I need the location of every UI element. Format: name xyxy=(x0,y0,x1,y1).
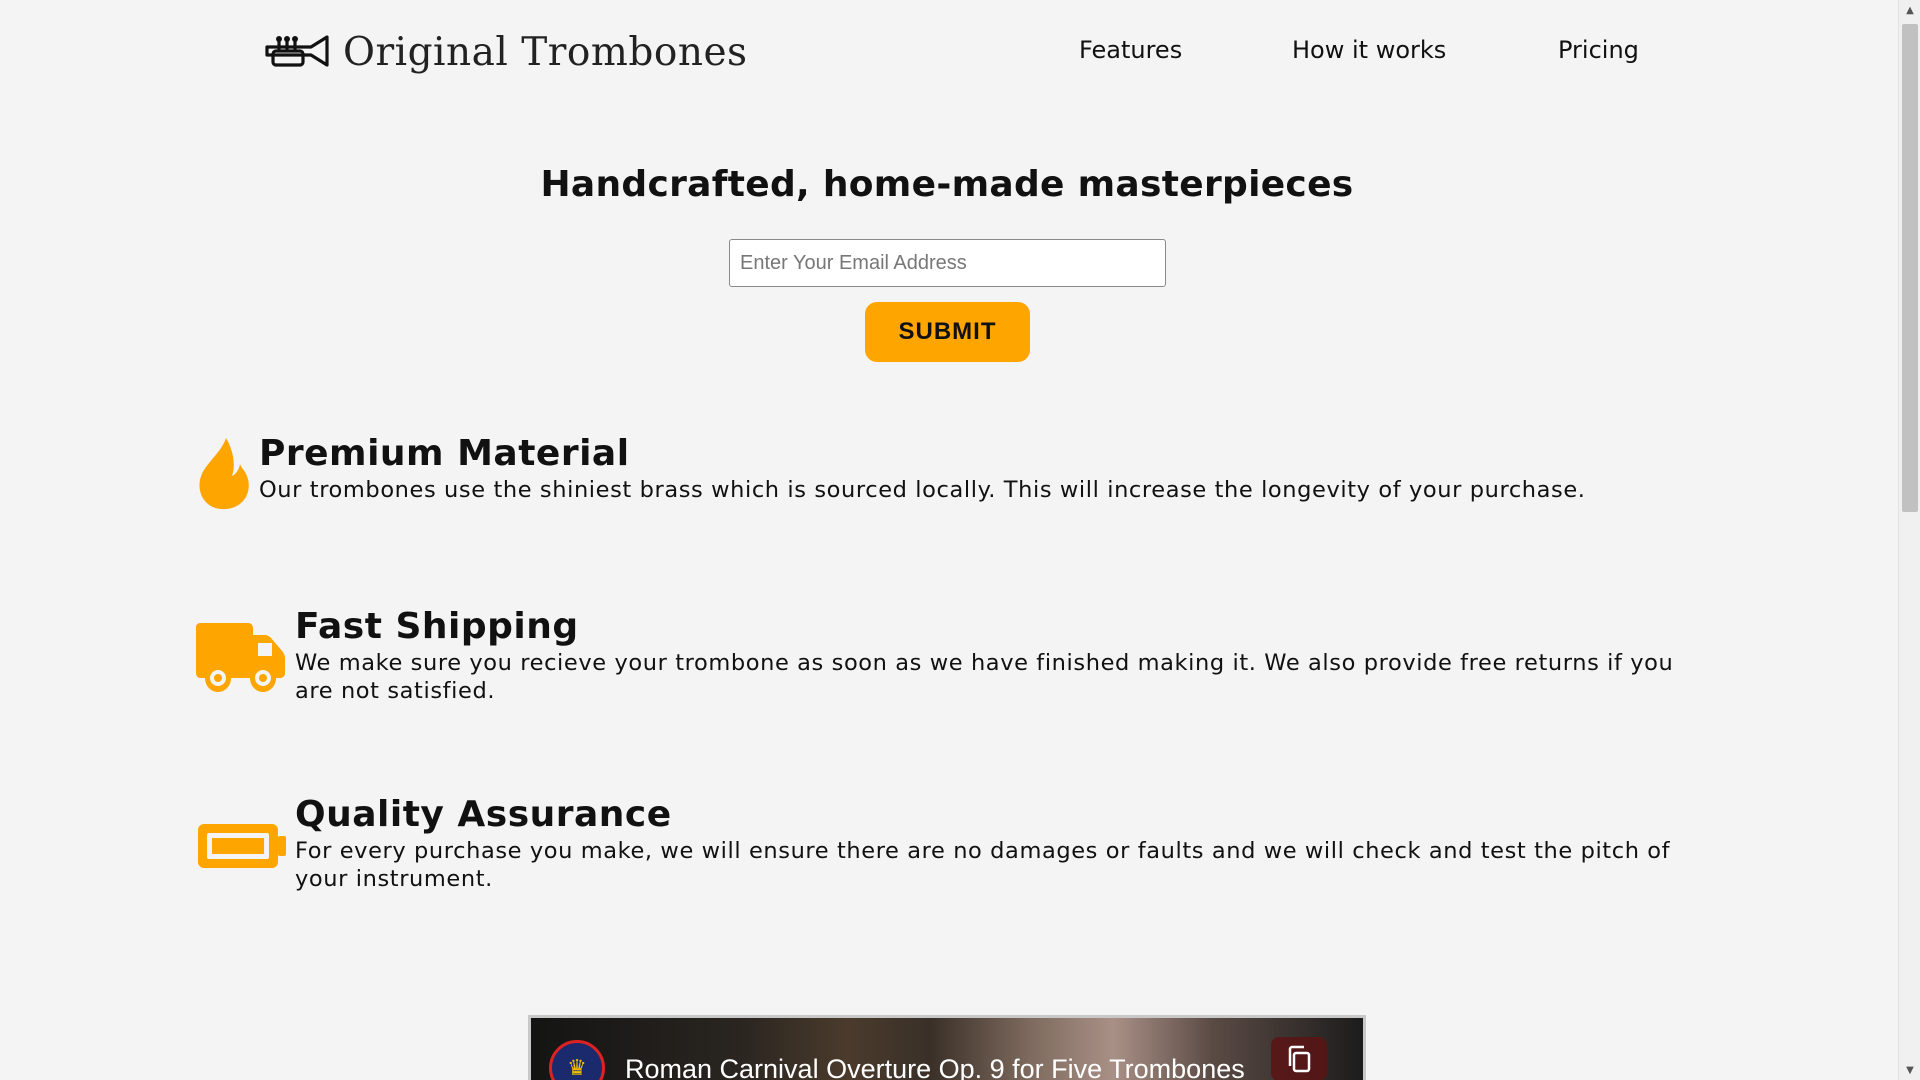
email-input[interactable] xyxy=(729,239,1166,287)
battery-icon xyxy=(198,824,286,868)
video-title[interactable]: Roman Carnival Overture Op. 9 for Five T… xyxy=(625,1054,1245,1080)
scrollbar-thumb[interactable] xyxy=(1902,24,1918,512)
hero-title: Handcrafted, home-made masterpieces xyxy=(540,164,1354,205)
nav-link-features[interactable]: Features xyxy=(1079,33,1182,67)
scrollbar[interactable]: ▲ ▼ xyxy=(1898,0,1920,1080)
logo-text: Original Trombones xyxy=(343,30,748,75)
feature-title: Quality Assurance xyxy=(295,794,672,835)
video-embed[interactable]: ♛ Roman Carnival Overture Op. 9 for Five… xyxy=(528,1015,1366,1080)
feature-text: Premium Material Our trombones use the s… xyxy=(259,432,1659,504)
feature-description: Our trombones use the shiniest brass whi… xyxy=(259,477,1586,503)
feature-description: For every purchase you make, we will ens… xyxy=(295,838,1671,892)
truck-icon xyxy=(196,623,285,692)
feature-title: Fast Shipping xyxy=(295,606,579,647)
fire-icon xyxy=(199,438,249,510)
scroll-up-arrow-icon[interactable]: ▲ xyxy=(1899,0,1920,20)
feature-description: We make sure you recieve your trombone a… xyxy=(295,650,1674,704)
submit-button[interactable]: SUBMIT xyxy=(865,302,1030,362)
feature-title: Premium Material xyxy=(259,433,630,474)
nav-link-pricing[interactable]: Pricing xyxy=(1558,33,1639,67)
copy-link-icon[interactable] xyxy=(1271,1037,1327,1080)
nav-link-how-it-works[interactable]: How it works xyxy=(1292,33,1446,67)
page: Original Trombones Features How it works… xyxy=(0,0,1898,1080)
main-nav: Features How it works Pricing xyxy=(1000,33,1690,69)
logo[interactable]: Original Trombones xyxy=(265,30,748,75)
feature-text: Quality Assurance For every purchase you… xyxy=(295,793,1695,893)
scroll-down-arrow-icon[interactable]: ▼ xyxy=(1899,1060,1920,1080)
trumpet-logo-icon xyxy=(265,34,329,67)
feature-text: Fast Shipping We make sure you recieve y… xyxy=(295,605,1695,705)
